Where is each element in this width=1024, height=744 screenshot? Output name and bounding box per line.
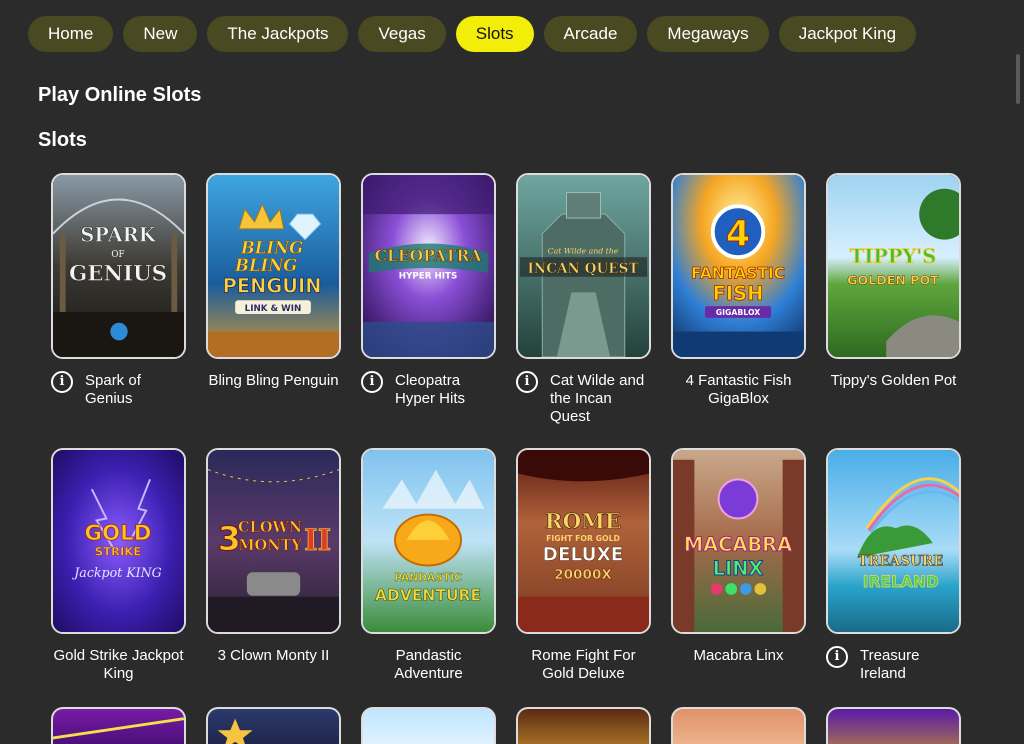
page-title: Play Online Slots <box>38 84 202 106</box>
game-title: Treasure Ireland <box>860 647 920 682</box>
logo-line: LINK & WIN <box>245 304 302 314</box>
nav-tab-home[interactable]: Home <box>28 16 114 52</box>
game-thumbnail[interactable]: BLING BLING PENGUIN LINK & WIN <box>206 173 341 359</box>
logo-line: BLING <box>234 255 297 275</box>
info-icon[interactable]: i <box>516 371 538 393</box>
game-card-macabra-linx[interactable]: MACABRA LINX Macabra Linx <box>671 448 806 723</box>
logo-line: Cat Wilde and the <box>548 246 619 255</box>
nav-tab-arcade[interactable]: Arcade <box>543 16 638 52</box>
game-thumbnail[interactable] <box>516 707 651 744</box>
game-thumbnail[interactable]: CLEOPATRA HYPER HITS <box>361 173 496 359</box>
logo-line: MACABRA <box>684 533 792 556</box>
info-icon[interactable]: i <box>51 371 73 393</box>
logo-line: 4 <box>726 213 750 254</box>
logo-line: OF <box>111 250 124 260</box>
logo-line: II <box>304 523 331 557</box>
game-title: Gold Strike Jackpot King <box>53 647 184 682</box>
game-card-cat-wilde-incan-quest[interactable]: Cat Wilde and the INCAN QUEST i Cat Wild… <box>516 173 651 448</box>
game-thumbnail[interactable]: ROME FIGHT FOR GOLD DELUXE 20000X <box>516 448 651 634</box>
logo-line: TIPPY'S <box>850 245 936 268</box>
game-title: Cat Wilde and the Incan Quest <box>550 372 645 425</box>
logo-line: Jackpot KING <box>71 565 161 580</box>
game-thumbnail[interactable]: GOLD STRIKE Jackpot KING <box>51 448 186 634</box>
category-nav: Home New The Jackpots Vegas Slots Arcade… <box>28 16 917 52</box>
game-card-partial[interactable] <box>361 707 496 744</box>
logo-line: PENGUIN <box>223 274 322 297</box>
game-thumbnail[interactable]: 3 CLOWN MONTY II <box>206 448 341 634</box>
logo-line: ROME <box>545 509 621 534</box>
game-card-tippys-golden-pot[interactable]: TIPPY'S GOLDEN POT Tippy's Golden Pot <box>826 173 961 448</box>
logo-line: ADVENTURE <box>375 587 481 605</box>
page-scrollbar[interactable] <box>1016 54 1020 104</box>
game-card-partial[interactable] <box>516 707 651 744</box>
logo-line: STRIKE <box>95 545 142 559</box>
logo-line: HYPER HITS <box>399 272 457 282</box>
logo-line: IRELAND <box>863 573 939 591</box>
nav-tab-the-jackpots[interactable]: The Jackpots <box>207 16 349 52</box>
logo-line: GENIUS <box>69 262 167 287</box>
game-card-partial[interactable] <box>51 707 186 744</box>
game-title: Bling Bling Penguin <box>208 372 339 389</box>
nav-tab-jackpot-king[interactable]: Jackpot King <box>778 16 917 52</box>
game-title: 4 Fantastic Fish GigaBlox <box>685 372 792 407</box>
game-title: Spark of Genius <box>85 372 141 407</box>
logo-line: FANTASTIC <box>691 265 785 283</box>
game-card-cleopatra-hyper-hits[interactable]: CLEOPATRA HYPER HITS i Cleopatra Hyper H… <box>361 173 496 448</box>
nav-tab-slots[interactable]: Slots <box>455 16 534 52</box>
game-thumbnail[interactable]: TIPPY'S GOLDEN POT <box>826 173 961 359</box>
info-icon[interactable]: i <box>826 646 848 668</box>
game-card-treasure-ireland[interactable]: TREASURE IRELAND i Treasure Ireland <box>826 448 961 723</box>
game-card-bling-bling-penguin[interactable]: BLING BLING PENGUIN LINK & WIN Bling Bli… <box>206 173 341 448</box>
logo-line: GOLDEN POT <box>847 273 939 288</box>
logo-line: INCAN QUEST <box>527 261 638 277</box>
game-thumbnail[interactable] <box>206 707 341 744</box>
logo-line: PANDASTIC <box>394 571 462 584</box>
logo-line: LINX <box>713 557 764 580</box>
game-card-partial[interactable] <box>206 707 341 744</box>
game-title: Pandastic Adventure <box>394 647 463 682</box>
nav-tab-vegas[interactable]: Vegas <box>358 16 446 52</box>
game-thumbnail[interactable] <box>361 707 496 744</box>
game-card-3-clown-monty-ii[interactable]: 3 CLOWN MONTY II 3 Clown Monty II <box>206 448 341 723</box>
game-grid-next-row <box>51 707 961 744</box>
game-thumbnail[interactable]: TREASURE IRELAND <box>826 448 961 634</box>
game-card-spark-of-genius[interactable]: SPARK OF GENIUS i Spark of Genius <box>51 173 186 448</box>
game-card-4-fantastic-fish-gigablox[interactable]: 4 FANTASTIC FISH GIGABLOX 4 Fantastic Fi… <box>671 173 806 448</box>
game-card-partial[interactable] <box>826 707 961 744</box>
logo-line: 20000X <box>554 567 612 583</box>
game-card-pandastic-adventure[interactable]: PANDASTIC ADVENTURE Pandastic Adventure <box>361 448 496 723</box>
game-thumbnail[interactable]: PANDASTIC ADVENTURE <box>361 448 496 634</box>
logo-line: GIGABLOX <box>716 308 760 317</box>
game-title: Rome Fight For Gold Deluxe <box>531 647 636 682</box>
logo-line: CLOWN <box>238 519 302 536</box>
game-card-rome-fight-for-gold-deluxe[interactable]: ROME FIGHT FOR GOLD DELUXE 20000X Rome F… <box>516 448 651 723</box>
logo-line: CLEOPATRA <box>375 246 483 265</box>
logo-line: TREASURE <box>858 553 944 569</box>
game-thumbnail[interactable] <box>671 707 806 744</box>
nav-tab-new[interactable]: New <box>123 16 198 52</box>
nav-tab-megaways[interactable]: Megaways <box>647 16 769 52</box>
info-icon[interactable]: i <box>361 371 383 393</box>
game-title: 3 Clown Monty II <box>217 647 330 664</box>
game-thumbnail[interactable]: Cat Wilde and the INCAN QUEST <box>516 173 651 359</box>
logo-line: FIGHT FOR GOLD <box>546 534 620 543</box>
game-thumbnail[interactable]: SPARK OF GENIUS <box>51 173 186 359</box>
game-card-partial[interactable] <box>671 707 806 744</box>
logo-line: GOLD <box>85 521 152 546</box>
game-thumbnail[interactable]: MACABRA LINX <box>671 448 806 634</box>
nav-fade-overlay <box>940 8 1024 60</box>
game-thumbnail[interactable] <box>826 707 961 744</box>
logo-line: SPARK <box>80 223 156 246</box>
game-thumbnail[interactable] <box>51 707 186 744</box>
game-grid: SPARK OF GENIUS i Spark of Genius BLING … <box>51 173 961 723</box>
logo-line: DELUXE <box>543 545 624 566</box>
logo-line: FISH <box>713 282 764 305</box>
logo-line: MONTY <box>238 537 302 554</box>
game-title: Cleopatra Hyper Hits <box>395 372 466 407</box>
game-thumbnail[interactable]: 4 FANTASTIC FISH GIGABLOX <box>671 173 806 359</box>
section-title: Slots <box>38 129 87 151</box>
game-title: Macabra Linx <box>693 647 784 664</box>
game-card-gold-strike-jackpot-king[interactable]: GOLD STRIKE Jackpot KING Gold Strike Jac… <box>51 448 186 723</box>
game-title: Tippy's Golden Pot <box>830 372 957 389</box>
